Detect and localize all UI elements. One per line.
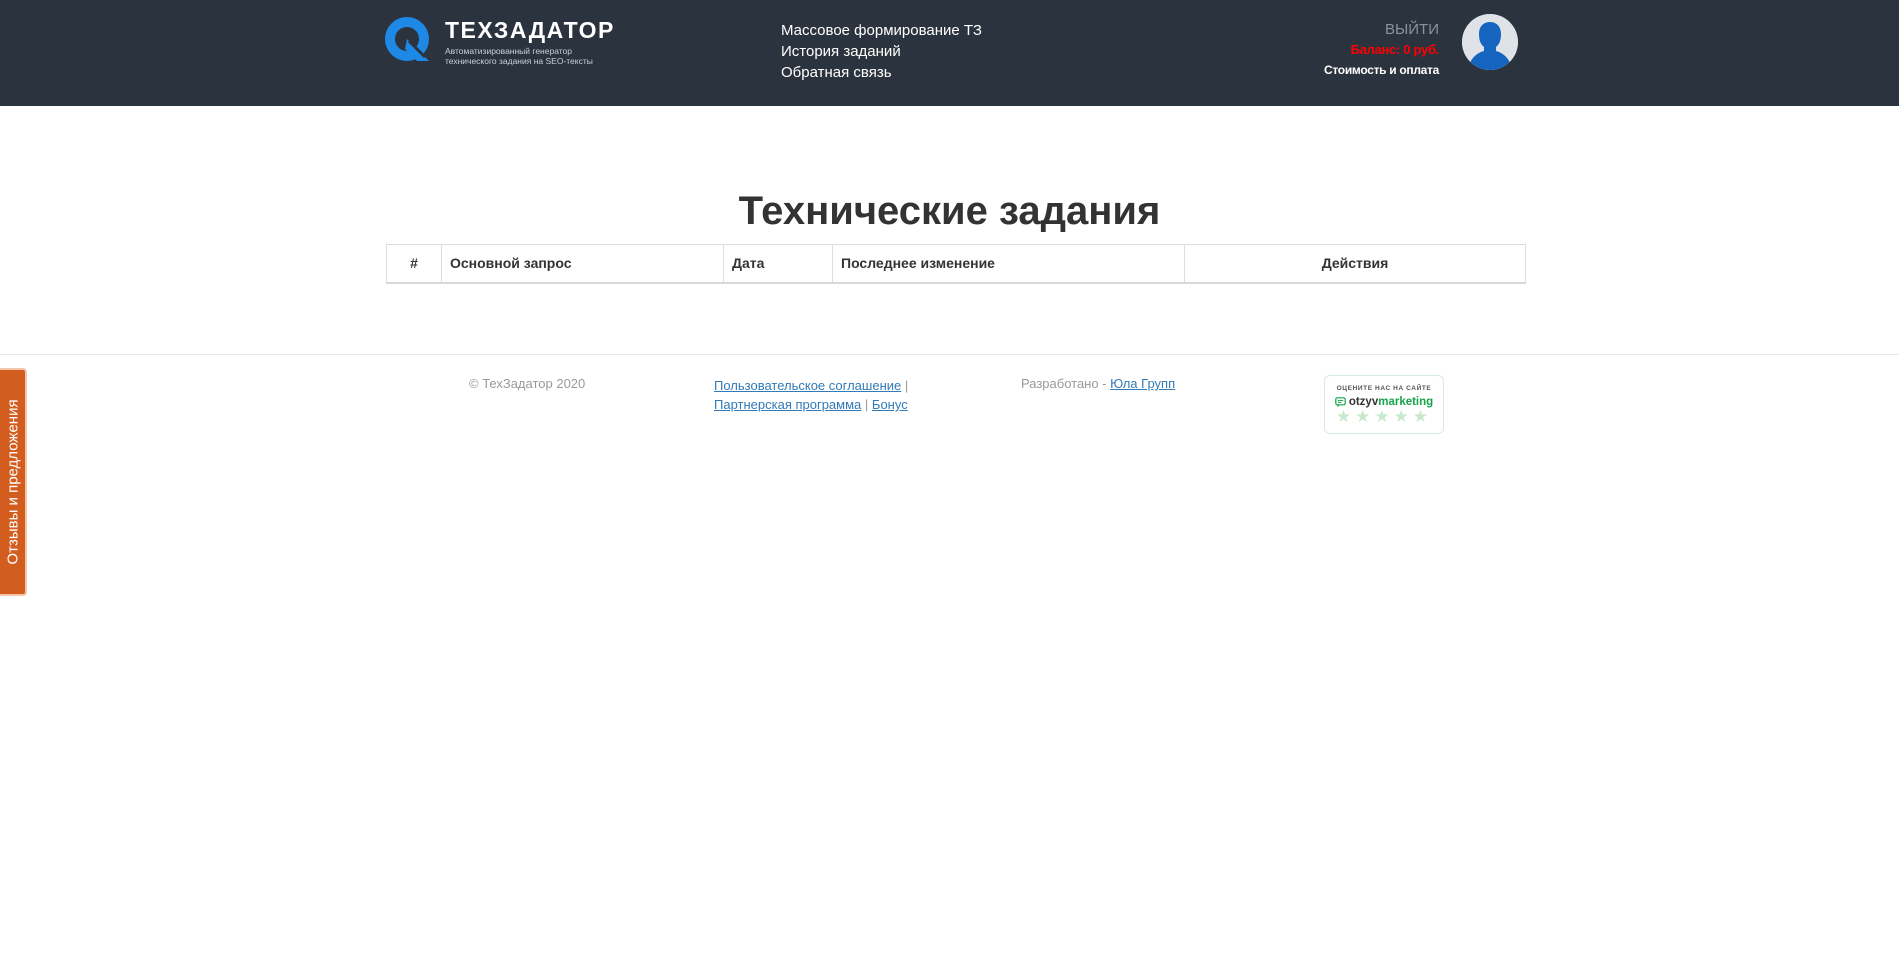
- developer-credit: Разработано - Юла Групп: [1021, 376, 1175, 391]
- user-box: ВЫЙТИ Баланс: 0 руб. Стоимость и оплата: [1324, 20, 1439, 80]
- user-silhouette-icon: [1462, 14, 1518, 70]
- logo-mark-icon: [385, 17, 433, 65]
- footer-links: Пользовательское соглашение | Партнерска…: [714, 376, 908, 414]
- logo-title: ТЕХЗАДАТОР: [445, 17, 615, 43]
- column-date: Дата: [723, 244, 833, 283]
- site-logo[interactable]: ТЕХЗАДАТОР Автоматизированный генератор …: [385, 17, 625, 66]
- nav-feedback[interactable]: Обратная связь: [781, 62, 982, 83]
- link-separator: |: [864, 397, 869, 412]
- user-agreement-link[interactable]: Пользовательское соглашение: [714, 378, 901, 393]
- footer-divider: [0, 354, 1899, 355]
- rating-widget-caption: ОЦЕНИТЕ НАС НА САЙТЕ: [1336, 385, 1432, 392]
- chat-bubble-icon: [1335, 396, 1346, 407]
- link-separator: |: [904, 378, 909, 393]
- copyright-text: © ТехЗадатор 2020: [469, 376, 586, 391]
- avatar[interactable]: [1462, 14, 1518, 70]
- developed-by-text: Разработано -: [1021, 376, 1107, 391]
- feedback-tab-button[interactable]: Отзывы и предложения: [0, 368, 27, 596]
- main-nav: Массовое формирование ТЗ История заданий…: [781, 20, 982, 83]
- bonus-link[interactable]: Бонус: [872, 397, 908, 412]
- feedback-tab-label: Отзывы и предложения: [4, 399, 21, 565]
- column-main-query: Основной запрос: [441, 244, 724, 283]
- nav-task-history[interactable]: История заданий: [781, 41, 982, 62]
- logout-link[interactable]: ВЫЙТИ: [1324, 20, 1439, 40]
- rating-stars-icon: ★★★★★: [1335, 407, 1433, 426]
- column-number: #: [386, 244, 442, 283]
- tasks-table: # Основной запрос Дата Последнее изменен…: [386, 244, 1526, 284]
- logo-subtitle: Автоматизированный генератор техническог…: [445, 46, 593, 66]
- partner-program-link[interactable]: Партнерская программа: [714, 397, 861, 412]
- column-last-modified: Последнее изменение: [832, 244, 1185, 283]
- nav-mass-generation[interactable]: Массовое формирование ТЗ: [781, 20, 982, 41]
- column-actions: Действия: [1184, 244, 1526, 283]
- top-header: ТЕХЗАДАТОР Автоматизированный генератор …: [0, 0, 1899, 106]
- pricing-link[interactable]: Стоимость и оплата: [1324, 60, 1439, 80]
- balance-text: Баланс: 0 руб.: [1350, 42, 1440, 57]
- table-header-row: # Основной запрос Дата Последнее изменен…: [386, 244, 1526, 283]
- rating-widget[interactable]: ОЦЕНИТЕ НАС НА САЙТЕ otzyv marketing ★★★★…: [1324, 375, 1444, 434]
- page-title: Технические задания: [738, 189, 1161, 233]
- developer-link[interactable]: Юла Групп: [1110, 376, 1175, 391]
